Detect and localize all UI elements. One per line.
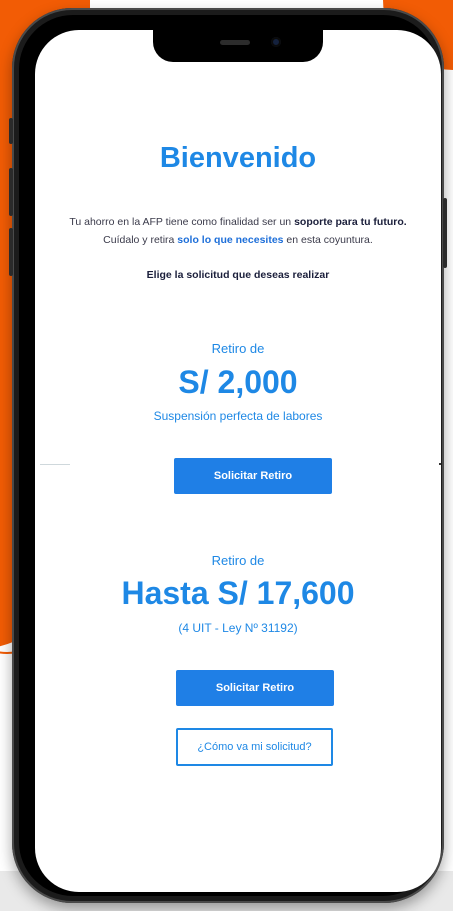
option2-subtitle: (4 UIT - Ley Nº 31192) [178,621,298,635]
divider-line [40,464,70,465]
phone-frame: Bienvenido Tu ahorro en la AFP tiene com… [9,8,447,903]
option1-amount: S/ 2,000 [178,364,298,400]
option1-solicitar-retiro-button[interactable]: Solicitar Retiro [174,458,332,494]
power-button [443,198,447,268]
option2-label: Retiro de [211,553,265,568]
front-camera-icon [271,37,281,47]
speaker-icon [220,40,250,45]
intro-text: Tu ahorro en la AFP tiene como finalidad… [45,213,431,249]
option1-subtitle: Suspensión perfecta de labores [153,409,323,423]
page-title: Bienvenido [159,142,317,174]
option2-amount: Hasta S/ 17,600 [121,575,355,611]
page-stage: Bienvenido Tu ahorro en la AFP tiene com… [0,0,453,911]
volume-up-button [9,168,13,216]
intro-line1-prefix: Tu ahorro en la AFP tiene como finalidad… [69,216,295,228]
selection-prompt: Elige la solicitud que deseas realizar [146,269,330,281]
intro-line2-prefix: Cuídalo y retira [103,234,178,246]
notch [153,30,323,62]
option1-label: Retiro de [211,341,265,356]
divider-dot [439,463,441,465]
volume-down-button [9,228,13,276]
phone-screen: Bienvenido Tu ahorro en la AFP tiene com… [35,30,441,892]
intro-line1-bold: soporte para tu futuro. [294,216,407,228]
intro-line2-suffix: en esta coyuntura. [283,234,373,246]
intro-line2-highlight: solo lo que necesites [177,234,284,246]
mute-switch [9,118,13,144]
check-request-status-button[interactable]: ¿Cómo va mi solicitud? [176,728,333,766]
option2-solicitar-retiro-button[interactable]: Solicitar Retiro [176,670,334,706]
